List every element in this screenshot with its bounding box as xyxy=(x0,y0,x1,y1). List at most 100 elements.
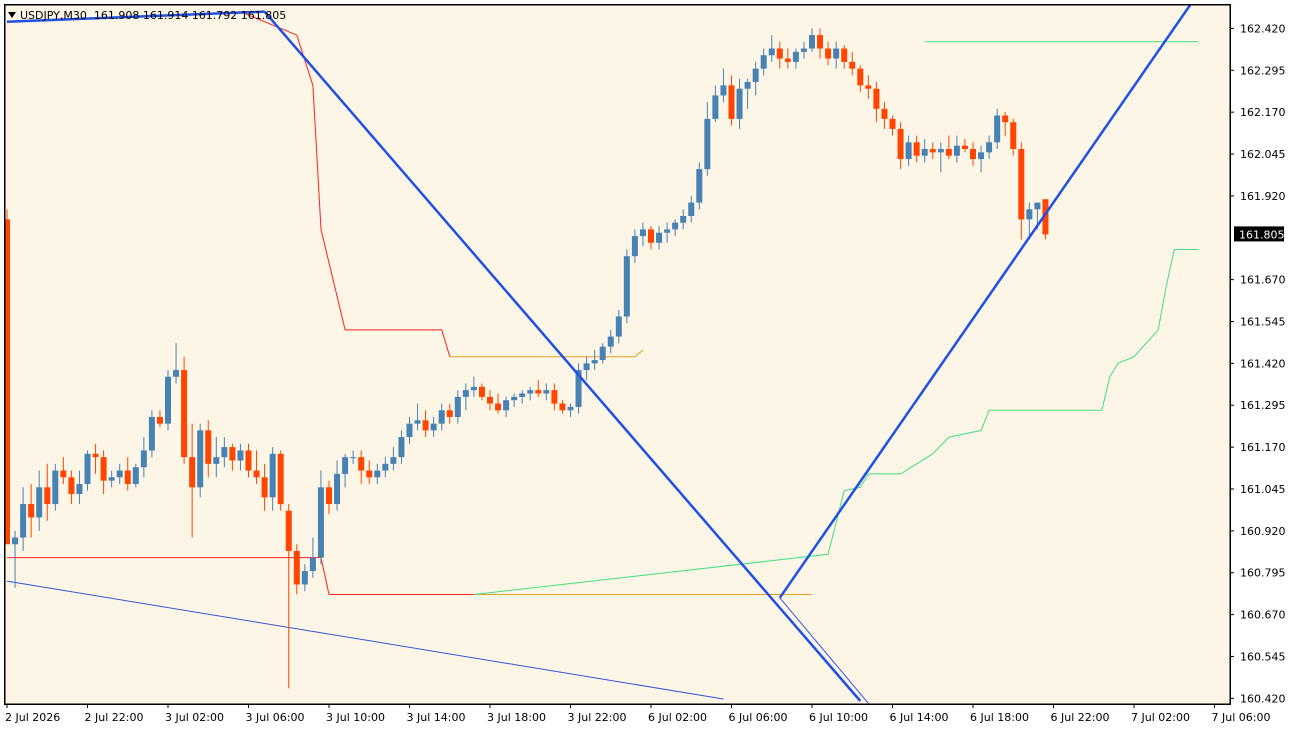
candle xyxy=(1042,199,1049,240)
candle-body xyxy=(44,487,51,505)
candle-body xyxy=(1002,115,1009,123)
candle-body xyxy=(326,487,332,505)
candle-body xyxy=(994,115,1001,143)
candle xyxy=(165,370,171,431)
candle xyxy=(181,356,188,464)
candle-body xyxy=(728,85,735,119)
candle-body xyxy=(543,390,550,394)
candle-body xyxy=(551,390,558,404)
price-tick-label: 160.795 xyxy=(1240,567,1286,580)
candle-body xyxy=(124,470,131,484)
candle-body xyxy=(873,88,880,109)
candle-body xyxy=(148,416,155,451)
candle-body xyxy=(688,202,695,216)
candle-body xyxy=(519,393,526,397)
candle-body xyxy=(913,142,920,156)
ohlc-label: 161.908 161.914 161.792 161.805 xyxy=(93,9,287,22)
candle-body xyxy=(478,386,485,397)
time-tick-label: 7 Jul 06:00 xyxy=(1212,711,1271,724)
candle-body xyxy=(825,48,832,59)
candle-body xyxy=(221,447,228,458)
time-tick-label: 3 Jul 14:00 xyxy=(407,711,466,724)
time-tick-label: 6 Jul 14:00 xyxy=(890,711,949,724)
candle-body xyxy=(495,403,502,411)
price-tick-label: 162.420 xyxy=(1240,22,1286,35)
candle xyxy=(148,410,155,458)
time-tick-label: 2 Jul 22:00 xyxy=(85,711,144,724)
candle-body xyxy=(52,470,59,505)
candle-body xyxy=(68,477,75,495)
candle-body xyxy=(20,504,27,538)
price-tick-label: 162.295 xyxy=(1240,64,1286,77)
candle-body xyxy=(140,450,147,468)
candle-body xyxy=(760,55,767,69)
candle-body xyxy=(366,470,373,478)
candle-body xyxy=(60,470,67,478)
candle-body xyxy=(905,142,912,160)
candle-body xyxy=(961,145,968,150)
price-chart[interactable]: 162.420 162.295 162.170 162.045 161.920 161.6… xyxy=(0,0,1293,733)
candle-body xyxy=(535,390,542,394)
candle-body xyxy=(334,473,341,505)
price-tick-label: 161.545 xyxy=(1240,316,1286,329)
time-tick-label: 3 Jul 02:00 xyxy=(165,711,224,724)
time-tick-label: 6 Jul 22:00 xyxy=(1051,711,1110,724)
time-tick-label: 6 Jul 02:00 xyxy=(648,711,707,724)
time-tick-label: 7 Jul 02:00 xyxy=(1131,711,1190,724)
candle-body xyxy=(438,410,445,424)
menu-triangle-icon[interactable] xyxy=(8,12,16,18)
candle-body xyxy=(503,400,510,411)
candle-body xyxy=(656,232,663,243)
candle-body xyxy=(631,236,638,257)
candle-body xyxy=(197,430,204,488)
candle-body xyxy=(253,470,260,478)
candle-body xyxy=(173,370,180,377)
candle-body xyxy=(857,68,864,86)
candle-body xyxy=(213,457,220,464)
candle-body xyxy=(881,108,888,119)
candle-body xyxy=(680,215,687,223)
candle-body xyxy=(317,487,324,558)
time-tick-label: 6 Jul 10:00 xyxy=(809,711,868,724)
candle-body xyxy=(189,457,196,488)
candle-body xyxy=(889,118,896,129)
candle-body xyxy=(390,457,397,464)
current-price-label: 161.805 xyxy=(1239,228,1285,241)
candle-body xyxy=(768,48,775,56)
candle-body xyxy=(672,222,679,230)
candle-body xyxy=(446,410,453,417)
candle-body xyxy=(28,504,35,518)
candle-body xyxy=(970,149,976,160)
candle-body xyxy=(776,48,783,59)
candle-body xyxy=(487,396,493,404)
candle-body xyxy=(382,463,389,471)
candle-body xyxy=(398,437,405,458)
price-tick-label: 162.045 xyxy=(1240,148,1286,161)
time-tick-label: 3 Jul 06:00 xyxy=(246,711,305,724)
candle-body xyxy=(704,118,711,170)
candle-body xyxy=(897,128,904,160)
candle-body xyxy=(937,149,944,153)
candle-body xyxy=(237,450,244,461)
candle-body xyxy=(76,483,83,495)
candle-body xyxy=(156,416,163,424)
price-tick-label: 160.670 xyxy=(1240,609,1286,622)
candle-body xyxy=(752,68,759,83)
candle-body xyxy=(36,487,43,518)
candle-body xyxy=(849,61,856,69)
time-tick-label: 2 Jul 2026 xyxy=(5,711,60,724)
price-tick-label: 161.170 xyxy=(1240,441,1286,454)
candle-body xyxy=(92,453,99,458)
candle-body xyxy=(591,360,598,364)
candle-body xyxy=(978,152,985,160)
candle-body xyxy=(181,370,188,458)
candle-body xyxy=(205,430,212,464)
candle-body xyxy=(623,256,630,317)
candle-body xyxy=(430,423,437,431)
candle-body xyxy=(833,48,840,59)
candle-body xyxy=(615,316,622,337)
candle-body xyxy=(116,470,123,478)
candle-body xyxy=(921,149,928,156)
candle-body xyxy=(953,145,960,156)
candle-body xyxy=(720,85,727,96)
